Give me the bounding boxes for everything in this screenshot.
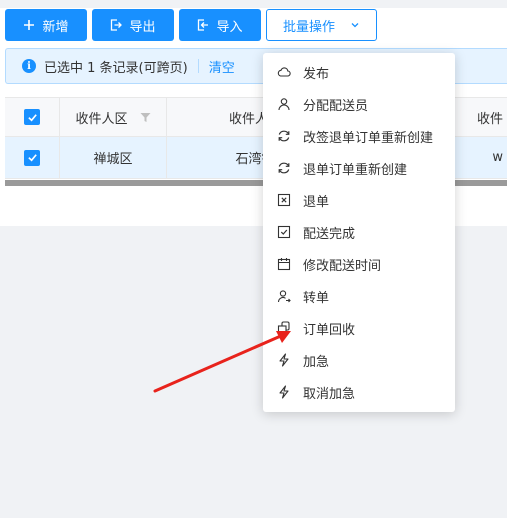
annotation-arrow xyxy=(153,331,291,393)
